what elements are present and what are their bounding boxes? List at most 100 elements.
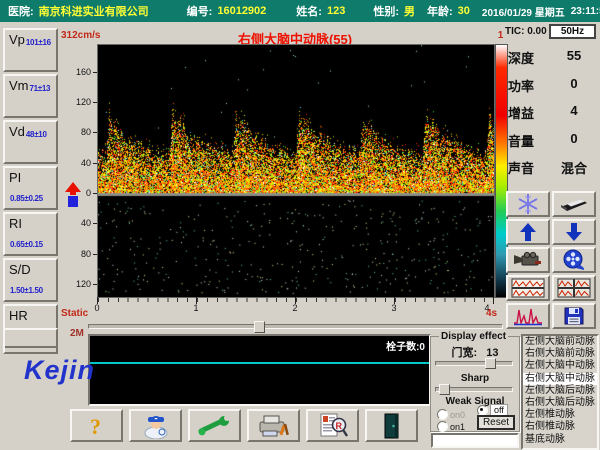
radio-on0-label: on0 (450, 410, 465, 420)
dual-display-button[interactable] (506, 275, 550, 301)
patient-icon (142, 413, 170, 439)
artery-item[interactable]: 右侧大脑中动脉 (523, 373, 597, 385)
scale-up-button[interactable] (506, 219, 550, 245)
artery-item[interactable]: 左侧椎动脉 (523, 409, 597, 421)
x-tick-label: 3 (388, 303, 400, 313)
param-label: RI (9, 216, 22, 231)
gate-slider-thumb[interactable] (485, 358, 496, 369)
help-icon: ? (86, 413, 108, 439)
quad-trace-icon (557, 278, 591, 298)
right-param-label: 增益 (508, 103, 550, 122)
eject-icon (559, 195, 589, 213)
header-bar: 医院: 南京科进实业有限公司 编号: 16012902 姓名: 123 性别: … (0, 0, 600, 22)
radio-on1-circle[interactable] (437, 421, 448, 432)
exit-button[interactable] (365, 409, 418, 442)
arrow-up-icon (519, 222, 537, 242)
tcd-application-window: 医院: 南京科进实业有限公司 编号: 16012902 姓名: 123 性别: … (0, 0, 600, 450)
right-param-label: 音量 (508, 131, 550, 150)
print-button[interactable] (247, 409, 300, 442)
probe-2m-label: 2M (70, 328, 84, 339)
tic-label: TIC: 0.00 (505, 26, 547, 37)
spectrum-mode-button[interactable] (506, 303, 550, 329)
hospital-value: 南京科进实业有限公司 (39, 3, 149, 19)
time-scroll-slider[interactable] (88, 321, 503, 331)
time-slider-track (88, 324, 503, 329)
artery-item[interactable]: 左侧大脑前动脉 (523, 336, 597, 348)
x-tick-label: 2 (289, 303, 301, 313)
age-label: 年龄: (427, 3, 453, 19)
film-reel-icon (562, 249, 586, 271)
sharp-label: Sharp (431, 373, 519, 384)
artery-item[interactable]: 右侧椎动脉 (523, 421, 597, 433)
display-effect-input[interactable] (431, 433, 519, 448)
right-param-row: 深度55 (508, 48, 598, 67)
sidebar-param-Vm: Vm71±13 (3, 74, 58, 118)
param-label: PI (9, 170, 21, 185)
right-param-value: 0 (550, 131, 598, 150)
quad-display-button[interactable] (552, 275, 596, 301)
radio-on0[interactable]: on0 (437, 409, 465, 420)
eject-button[interactable] (552, 191, 596, 217)
artery-item[interactable]: 左侧大脑后动脉 (523, 385, 597, 397)
artery-item[interactable]: 右侧大脑前动脉 (523, 348, 597, 360)
gate-slider-track (435, 361, 513, 366)
y-tick-mark (93, 193, 97, 194)
artery-item[interactable]: 右侧大脑后动脉 (523, 397, 597, 409)
y-tick-mark (93, 254, 97, 255)
param-label: S/D (9, 262, 31, 277)
sharp-slider-thumb[interactable] (439, 384, 450, 395)
artery-item[interactable]: 左侧大脑中动脉 (523, 360, 597, 372)
radio-on0-circle[interactable] (437, 409, 448, 420)
static-label: Static (61, 308, 88, 319)
name-label: 姓名: (296, 3, 322, 19)
right-button-grid (506, 191, 598, 329)
artery-list[interactable]: 左侧大脑前动脉右侧大脑前动脉左侧大脑中动脉右侧大脑中动脉左侧大脑后动脉右侧大脑后… (521, 334, 599, 450)
y-tick-label: 80 (70, 249, 91, 259)
help-button[interactable]: ? (70, 409, 123, 442)
arrow-down-icon (565, 222, 583, 242)
scale-down-button[interactable] (552, 219, 596, 245)
camera-icon (513, 251, 543, 269)
flow-direction-arrow-icon (64, 182, 82, 208)
gender-label: 性别: (373, 3, 399, 19)
waveform-icon (513, 306, 543, 326)
y-tick-label: 160 (70, 67, 91, 77)
frequency-button[interactable]: 50Hz (549, 24, 596, 39)
id-label: 编号: (187, 3, 213, 19)
printer-icon (257, 413, 291, 439)
settings-button[interactable] (188, 409, 241, 442)
artery-item[interactable]: 基底动脉 (523, 434, 597, 446)
playback-button[interactable] (552, 247, 596, 273)
wrench-icon (198, 415, 232, 437)
radio-off-circle[interactable] (477, 405, 488, 416)
gate-width-slider[interactable] (435, 358, 513, 367)
sweep-time-label: 4s (486, 308, 497, 319)
bottom-toolbar: ? (70, 409, 418, 442)
param-value: 0.65±0.15 (10, 240, 43, 249)
param-label: Vp (9, 32, 25, 47)
sidebar-param-S-D: S/D1.50±1.50 (3, 258, 58, 302)
right-param-label: 声音 (508, 158, 550, 177)
x-tick-label: 1 (190, 303, 202, 313)
exit-door-icon (382, 412, 402, 440)
record-button[interactable] (506, 247, 550, 273)
y-tick-label: 120 (70, 97, 91, 107)
time-slider-thumb[interactable] (254, 321, 265, 333)
sharp-slider[interactable] (435, 384, 513, 393)
param-value: 101±16 (26, 38, 51, 47)
y-tick-label: 120 (70, 279, 91, 289)
patient-button[interactable] (129, 409, 182, 442)
report-button[interactable]: R (306, 409, 359, 442)
hospital-label: 医院: (8, 3, 34, 19)
right-param-value: 4 (550, 103, 598, 122)
reset-button[interactable]: Reset (477, 415, 515, 430)
save-button[interactable] (552, 303, 596, 329)
radio-on1[interactable]: on1 (437, 421, 465, 432)
display-effect-title: Display effect (439, 331, 508, 342)
freeze-button[interactable] (506, 191, 550, 217)
svg-text:R: R (335, 421, 342, 431)
param-label: HR (9, 308, 28, 323)
y-tick-mark (93, 72, 97, 73)
radio-on1-label: on1 (450, 422, 465, 432)
x-tick-label: 0 (91, 303, 103, 313)
